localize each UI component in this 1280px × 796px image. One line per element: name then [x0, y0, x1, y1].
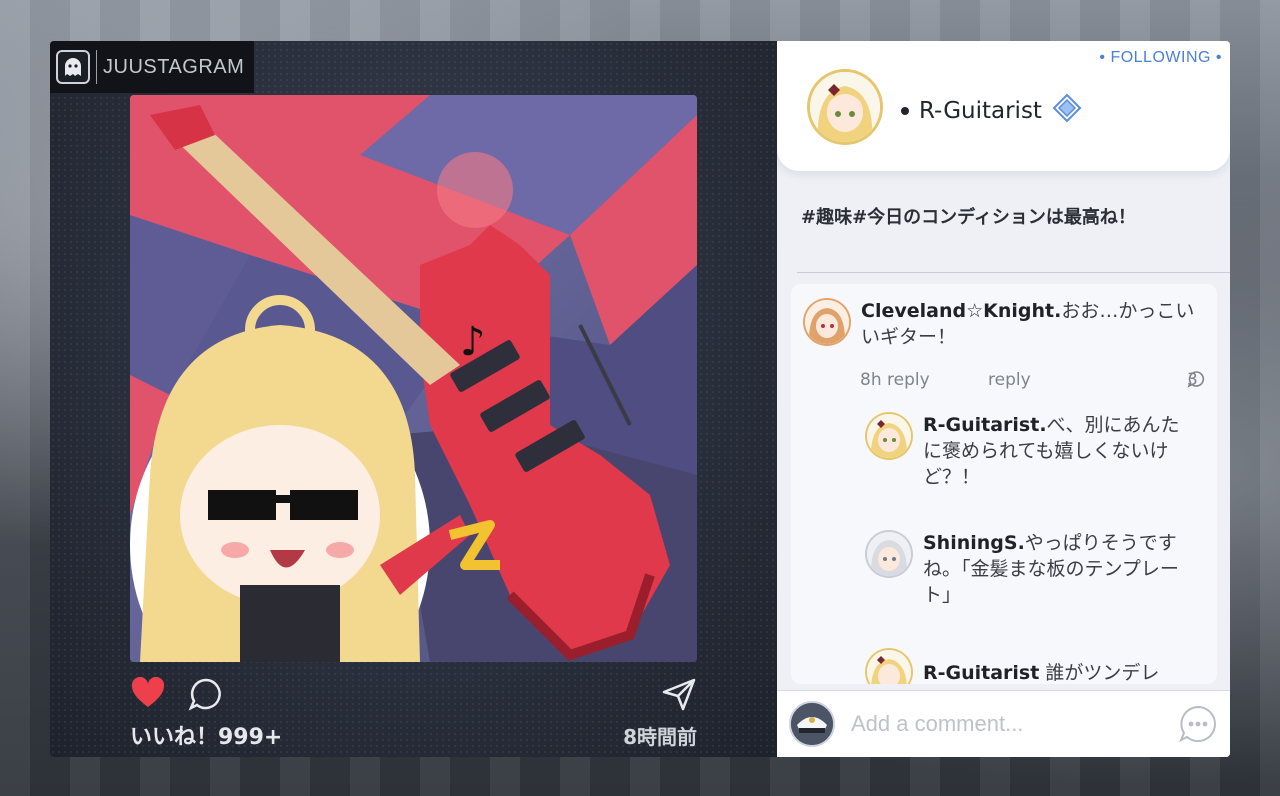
comment-author[interactable]: R-Guitarist [923, 662, 1039, 684]
send-icon[interactable] [661, 676, 697, 716]
profile-header: • FOLLOWING • R-Guitarist [777, 41, 1230, 171]
comment-text: ShiningS.やっぱりそうですね。「金髪まな板のテンプレート」 [923, 530, 1185, 608]
comment-input[interactable] [851, 707, 1151, 741]
divider [797, 272, 1230, 273]
heart-icon[interactable] [130, 676, 166, 716]
avatar [789, 701, 835, 747]
comment-body: 誰がツンデレ [1039, 662, 1160, 684]
avatar[interactable] [865, 530, 913, 578]
comment-author[interactable]: R-Guitarist. [923, 414, 1047, 436]
brand-header: JUUSTAGRAM [50, 41, 254, 93]
comment-list[interactable]: Cleveland☆Knight.おお…かっこいいギター！ 8h reply r… [791, 284, 1217, 684]
following-badge[interactable]: • FOLLOWING • [1099, 49, 1222, 67]
avatar[interactable] [865, 648, 913, 684]
svg-text:♪: ♪ [460, 319, 486, 365]
post-image[interactable]: ♪ [130, 95, 697, 662]
comment-author[interactable]: Cleveland☆Knight. [861, 300, 1061, 322]
bullet-dot [901, 107, 909, 115]
comment-time-reply[interactable]: 8h reply [860, 370, 930, 390]
post-caption: #趣味#今日のコンディションは最高ね！ [801, 207, 1136, 228]
comment-input-bar [777, 690, 1230, 757]
brand-name: JUUSTAGRAM [103, 55, 245, 78]
reply-count[interactable]: 3 [1187, 370, 1205, 390]
more-options-icon[interactable] [1178, 704, 1218, 748]
reply-link[interactable]: reply [988, 370, 1031, 390]
comment-item: ShiningS.やっぱりそうですね。「金髪まな板のテンプレート」 [865, 530, 1185, 608]
post-actions [130, 676, 697, 716]
diamond-verified-icon [1052, 93, 1082, 129]
avatar[interactable] [807, 69, 883, 145]
comment-text: Cleveland☆Knight.おお…かっこいいギター！ [861, 298, 1203, 350]
avatar[interactable] [865, 412, 913, 460]
comment-item: Cleveland☆Knight.おお…かっこいいギター！ [803, 298, 1203, 350]
comment-item: R-Guitarist.べ、別にあんたに褒められても嬉しくないけど？！ [865, 412, 1185, 490]
post-panel: JUUSTAGRAM ♪ いいね！999+ 8時間前 [50, 41, 777, 757]
comment-text: R-Guitarist.べ、別にあんたに褒められても嬉しくないけど？！ [923, 412, 1185, 490]
comment-text: R-Guitarist 誰がツンデレ [923, 648, 1159, 684]
brand-divider [96, 50, 97, 84]
comment-author[interactable]: ShiningS. [923, 532, 1025, 554]
profile-name[interactable]: R-Guitarist [901, 93, 1082, 129]
post-time: 8時間前 [623, 725, 697, 749]
reply-count-value: 3 [1187, 370, 1198, 390]
like-count: いいね！999+ [130, 725, 283, 750]
avatar[interactable] [803, 298, 851, 346]
ghost-logo-icon [56, 50, 90, 84]
comment-item: R-Guitarist 誰がツンデレ [865, 648, 1185, 684]
comments-panel: • FOLLOWING • R-Guitarist #趣味#今日のコンディション… [777, 41, 1230, 757]
profile-name-text: R-Guitarist [919, 98, 1042, 124]
comment-icon[interactable] [188, 676, 224, 716]
